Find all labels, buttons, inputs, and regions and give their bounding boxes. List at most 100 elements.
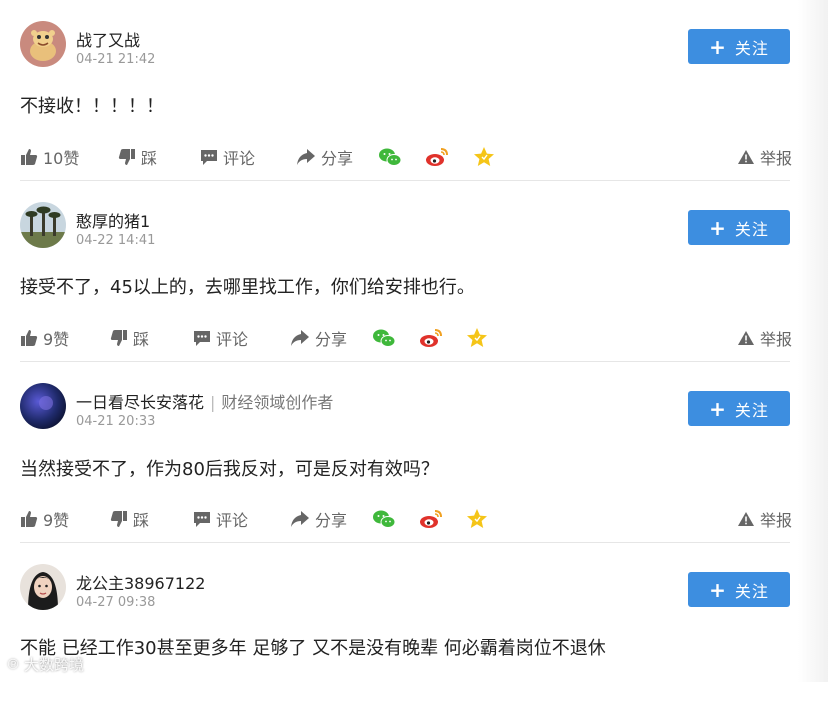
- thumbs-down-icon: [110, 511, 127, 527]
- thumbs-down-icon: [110, 330, 127, 346]
- wechat-icon: [373, 510, 396, 528]
- share-arrow-icon: [291, 511, 309, 527]
- comment-label: 评论: [216, 511, 249, 530]
- report-button[interactable]: 举报: [737, 325, 792, 351]
- share-weibo-button[interactable]: [425, 144, 454, 170]
- like-count: 9赞: [43, 330, 70, 349]
- comment-button[interactable]: 评论: [193, 506, 248, 532]
- weibo-icon: [426, 148, 448, 166]
- like-count: 9赞: [43, 511, 70, 530]
- comment-label: 评论: [223, 149, 256, 168]
- watermark-logo-icon: ℗: [6, 656, 20, 673]
- action-bar: 10赞 踩 评论 分享 举报: [0, 144, 828, 172]
- report-button[interactable]: 举报: [737, 144, 792, 170]
- share-button[interactable]: 分享: [290, 325, 347, 351]
- plus-icon: +: [709, 577, 727, 602]
- user-name[interactable]: 一日看尽长安落花 | 财经领域创作者: [76, 389, 333, 413]
- comment-timestamp: 04-21 21:42: [76, 52, 156, 67]
- comment-timestamp: 04-27 09:38: [76, 595, 156, 610]
- share-wechat-button[interactable]: [372, 506, 401, 532]
- share-weibo-button[interactable]: [419, 506, 448, 532]
- action-bar: 9赞 踩 评论 分享 举报: [0, 506, 828, 534]
- favorite-button[interactable]: [466, 506, 493, 532]
- follow-button[interactable]: + 关注: [688, 572, 790, 607]
- report-button[interactable]: 举报: [737, 506, 792, 532]
- comment-text: 不能 已经工作30甚至更多年 足够了 又不是没有晚辈 何必霸着岗位不退休: [20, 638, 606, 659]
- star-icon: [467, 328, 487, 347]
- comment-text: 当然接受不了，作为80后我反对，可是反对有效吗？: [20, 459, 439, 480]
- follow-button[interactable]: + 关注: [688, 391, 790, 426]
- thumbs-up-icon: [21, 330, 38, 346]
- follow-label: 关注: [734, 400, 769, 420]
- share-wechat-button[interactable]: [378, 144, 407, 170]
- dislike-button[interactable]: 踩: [118, 144, 157, 170]
- user-name[interactable]: 战了又战: [76, 27, 140, 51]
- share-wechat-button[interactable]: [372, 325, 401, 351]
- follow-button[interactable]: + 关注: [688, 29, 790, 64]
- creator-tag: | 财经领域创作者: [210, 393, 334, 412]
- user-name[interactable]: 龙公主38967122: [76, 570, 205, 594]
- comment-label: 评论: [216, 330, 249, 349]
- thumbs-up-icon: [21, 149, 38, 165]
- follow-label: 关注: [734, 581, 769, 601]
- avatar[interactable]: [20, 202, 66, 248]
- watermark: ℗ 大数跨境: [6, 654, 84, 675]
- plus-icon: +: [709, 34, 727, 59]
- comment-button[interactable]: 评论: [200, 144, 255, 170]
- avatar[interactable]: [20, 564, 66, 610]
- comment-icon: [194, 512, 210, 527]
- dislike-label: 踩: [133, 511, 150, 530]
- warning-icon: [738, 150, 754, 164]
- like-button[interactable]: 10赞: [20, 144, 79, 170]
- comment-icon: [194, 331, 210, 346]
- plus-icon: +: [709, 396, 727, 421]
- favorite-button[interactable]: [466, 325, 493, 351]
- share-label: 分享: [315, 330, 348, 349]
- comment-icon: [201, 150, 217, 165]
- comment-text: 不接收！！！！！: [20, 96, 164, 117]
- report-label: 举报: [760, 511, 793, 530]
- report-label: 举报: [760, 149, 793, 168]
- follow-label: 关注: [734, 219, 769, 239]
- comment-item: 一日看尽长安落花 | 财经领域创作者 04-21 20:33 + 关注 当然接受不了…: [0, 362, 828, 543]
- share-arrow-icon: [291, 330, 309, 346]
- favorite-button[interactable]: [473, 144, 500, 170]
- share-button[interactable]: 分享: [290, 506, 347, 532]
- action-bar: 9赞 踩 评论 分享 举报: [0, 325, 828, 353]
- warning-icon: [738, 331, 754, 345]
- follow-label: 关注: [734, 38, 769, 58]
- comment-item: 憨厚的猪1 04-22 14:41 + 关注 接受不了，45以上的，去哪里找工作…: [0, 181, 828, 362]
- dislike-label: 踩: [141, 149, 158, 168]
- plus-icon: +: [709, 215, 727, 240]
- wechat-icon: [373, 329, 396, 347]
- user-name[interactable]: 憨厚的猪1: [76, 208, 150, 232]
- like-count: 10赞: [43, 149, 80, 168]
- star-icon: [467, 509, 487, 528]
- weibo-icon: [420, 329, 442, 347]
- share-weibo-button[interactable]: [419, 325, 448, 351]
- comment-timestamp: 04-22 14:41: [76, 233, 156, 248]
- weibo-icon: [420, 510, 442, 528]
- comment-item: 龙公主38967122 04-27 09:38 + 关注 不能 已经工作30甚至…: [0, 543, 828, 724]
- avatar[interactable]: [20, 383, 66, 429]
- watermark-text: 大数跨境: [24, 656, 85, 674]
- report-label: 举报: [760, 330, 793, 349]
- warning-icon: [738, 512, 754, 526]
- comment-timestamp: 04-21 20:33: [76, 414, 156, 429]
- follow-button[interactable]: + 关注: [688, 210, 790, 245]
- dislike-button[interactable]: 踩: [110, 325, 149, 351]
- like-button[interactable]: 9赞: [20, 506, 69, 532]
- wechat-icon: [379, 148, 402, 166]
- comment-item: 战了又战 04-21 21:42 + 关注 不接收！！！！！ 10赞 踩 评论 …: [0, 0, 828, 181]
- star-icon: [474, 147, 494, 166]
- comment-text: 接受不了，45以上的，去哪里找工作，你们给安排也行。: [20, 277, 475, 298]
- thumbs-up-icon: [21, 511, 38, 527]
- avatar[interactable]: [20, 21, 66, 67]
- share-label: 分享: [315, 511, 348, 530]
- like-button[interactable]: 9赞: [20, 325, 69, 351]
- share-arrow-icon: [297, 149, 315, 165]
- dislike-label: 踩: [133, 330, 150, 349]
- dislike-button[interactable]: 踩: [110, 506, 149, 532]
- share-button[interactable]: 分享: [296, 144, 353, 170]
- comment-button[interactable]: 评论: [193, 325, 248, 351]
